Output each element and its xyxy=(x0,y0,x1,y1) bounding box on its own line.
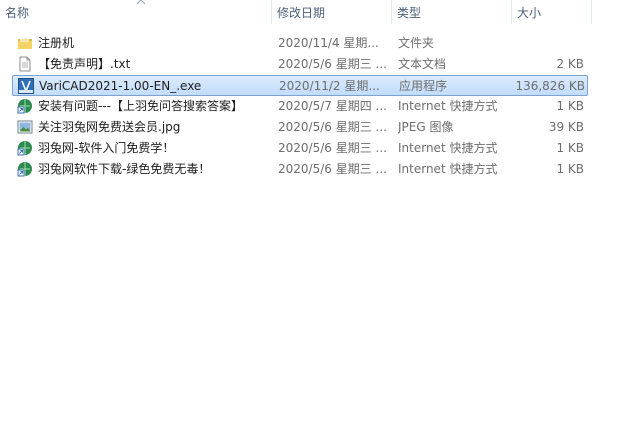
file-size: 1 KB xyxy=(556,162,584,176)
file-type: 文件夹 xyxy=(398,36,435,50)
image-file-icon xyxy=(17,119,33,135)
column-header-date-label: 修改日期 xyxy=(277,6,326,20)
file-name: 注册机 xyxy=(38,36,75,50)
file-type: Internet 快捷方式 xyxy=(398,141,498,155)
sort-ascending-icon xyxy=(136,0,146,5)
varicad-app-icon xyxy=(18,78,34,94)
file-type: Internet 快捷方式 xyxy=(398,99,498,113)
file-date: 2020/5/6 星期三 ... xyxy=(278,120,387,134)
column-header-type[interactable]: 类型 xyxy=(392,0,512,24)
file-row[interactable]: 安装有问题---【上羽免问答搜索答案】 2020/5/7 星期四 ... Inter… xyxy=(12,96,588,117)
column-header-type-label: 类型 xyxy=(397,6,422,20)
file-row[interactable]: 注册机 2020/11/4 星期... 文件夹 xyxy=(12,33,588,54)
file-type: 文本文档 xyxy=(398,57,447,71)
internet-shortcut-icon xyxy=(17,161,33,177)
file-date: 2020/5/6 星期三 ... xyxy=(278,57,387,71)
file-date: 2020/5/6 星期三 ... xyxy=(278,162,387,176)
file-type: JPEG 图像 xyxy=(398,120,454,134)
file-date: 2020/11/4 星期... xyxy=(278,36,379,50)
column-header-date[interactable]: 修改日期 xyxy=(272,0,392,24)
file-name: 羽兔网-软件入门免费学！ xyxy=(38,141,175,155)
file-type: Internet 快捷方式 xyxy=(398,162,498,176)
column-header-name[interactable]: 名称 xyxy=(0,0,272,24)
file-size: 1 KB xyxy=(556,99,584,113)
file-size: 39 KB xyxy=(548,120,584,134)
file-size: 136,826 KB xyxy=(515,79,585,93)
folder-icon xyxy=(17,35,33,51)
file-size: 2 KB xyxy=(556,57,584,71)
file-name: 关注羽兔网免费送会员.jpg xyxy=(38,120,181,134)
text-file-icon xyxy=(17,56,33,72)
file-date: 2020/11/2 星期... xyxy=(279,79,380,93)
file-name: 【免责声明】.txt xyxy=(38,57,131,71)
internet-shortcut-icon xyxy=(17,140,33,156)
file-type: 应用程序 xyxy=(399,79,448,93)
file-size xyxy=(508,33,584,54)
file-name: 羽兔网软件下载-绿色免费无毒！ xyxy=(38,162,211,176)
column-header-name-label: 名称 xyxy=(5,6,30,20)
file-size: 1 KB xyxy=(556,141,584,155)
file-row[interactable]: 羽兔网-软件入门免费学！ 2020/5/6 星期三 ... Internet 快捷方… xyxy=(12,138,588,159)
file-name: VariCAD2021-1.00-EN_.exe xyxy=(39,79,202,93)
column-header-size[interactable]: 大小 xyxy=(512,0,592,24)
file-row[interactable]: 【免责声明】.txt 2020/5/6 星期三 ... 文本文档 2 KB xyxy=(12,54,588,75)
file-row[interactable]: 关注羽兔网免费送会员.jpg 2020/5/6 星期三 ... JPEG 图像 39 … xyxy=(12,117,588,138)
file-date: 2020/5/6 星期三 ... xyxy=(278,141,387,155)
file-row[interactable]: 羽兔网软件下载-绿色免费无毒！ 2020/5/6 星期三 ... Internet … xyxy=(12,159,588,180)
file-row[interactable]: VariCAD2021-1.00-EN_.exe 2020/11/2 星期... 应… xyxy=(12,75,588,96)
file-date: 2020/5/7 星期四 ... xyxy=(278,99,387,113)
column-header-size-label: 大小 xyxy=(517,6,542,20)
file-name: 安装有问题---【上羽免问答搜索答案】 xyxy=(38,99,243,113)
column-header-bar: 名称 修改日期 类型 大小 xyxy=(0,0,628,24)
internet-shortcut-icon xyxy=(17,98,33,114)
